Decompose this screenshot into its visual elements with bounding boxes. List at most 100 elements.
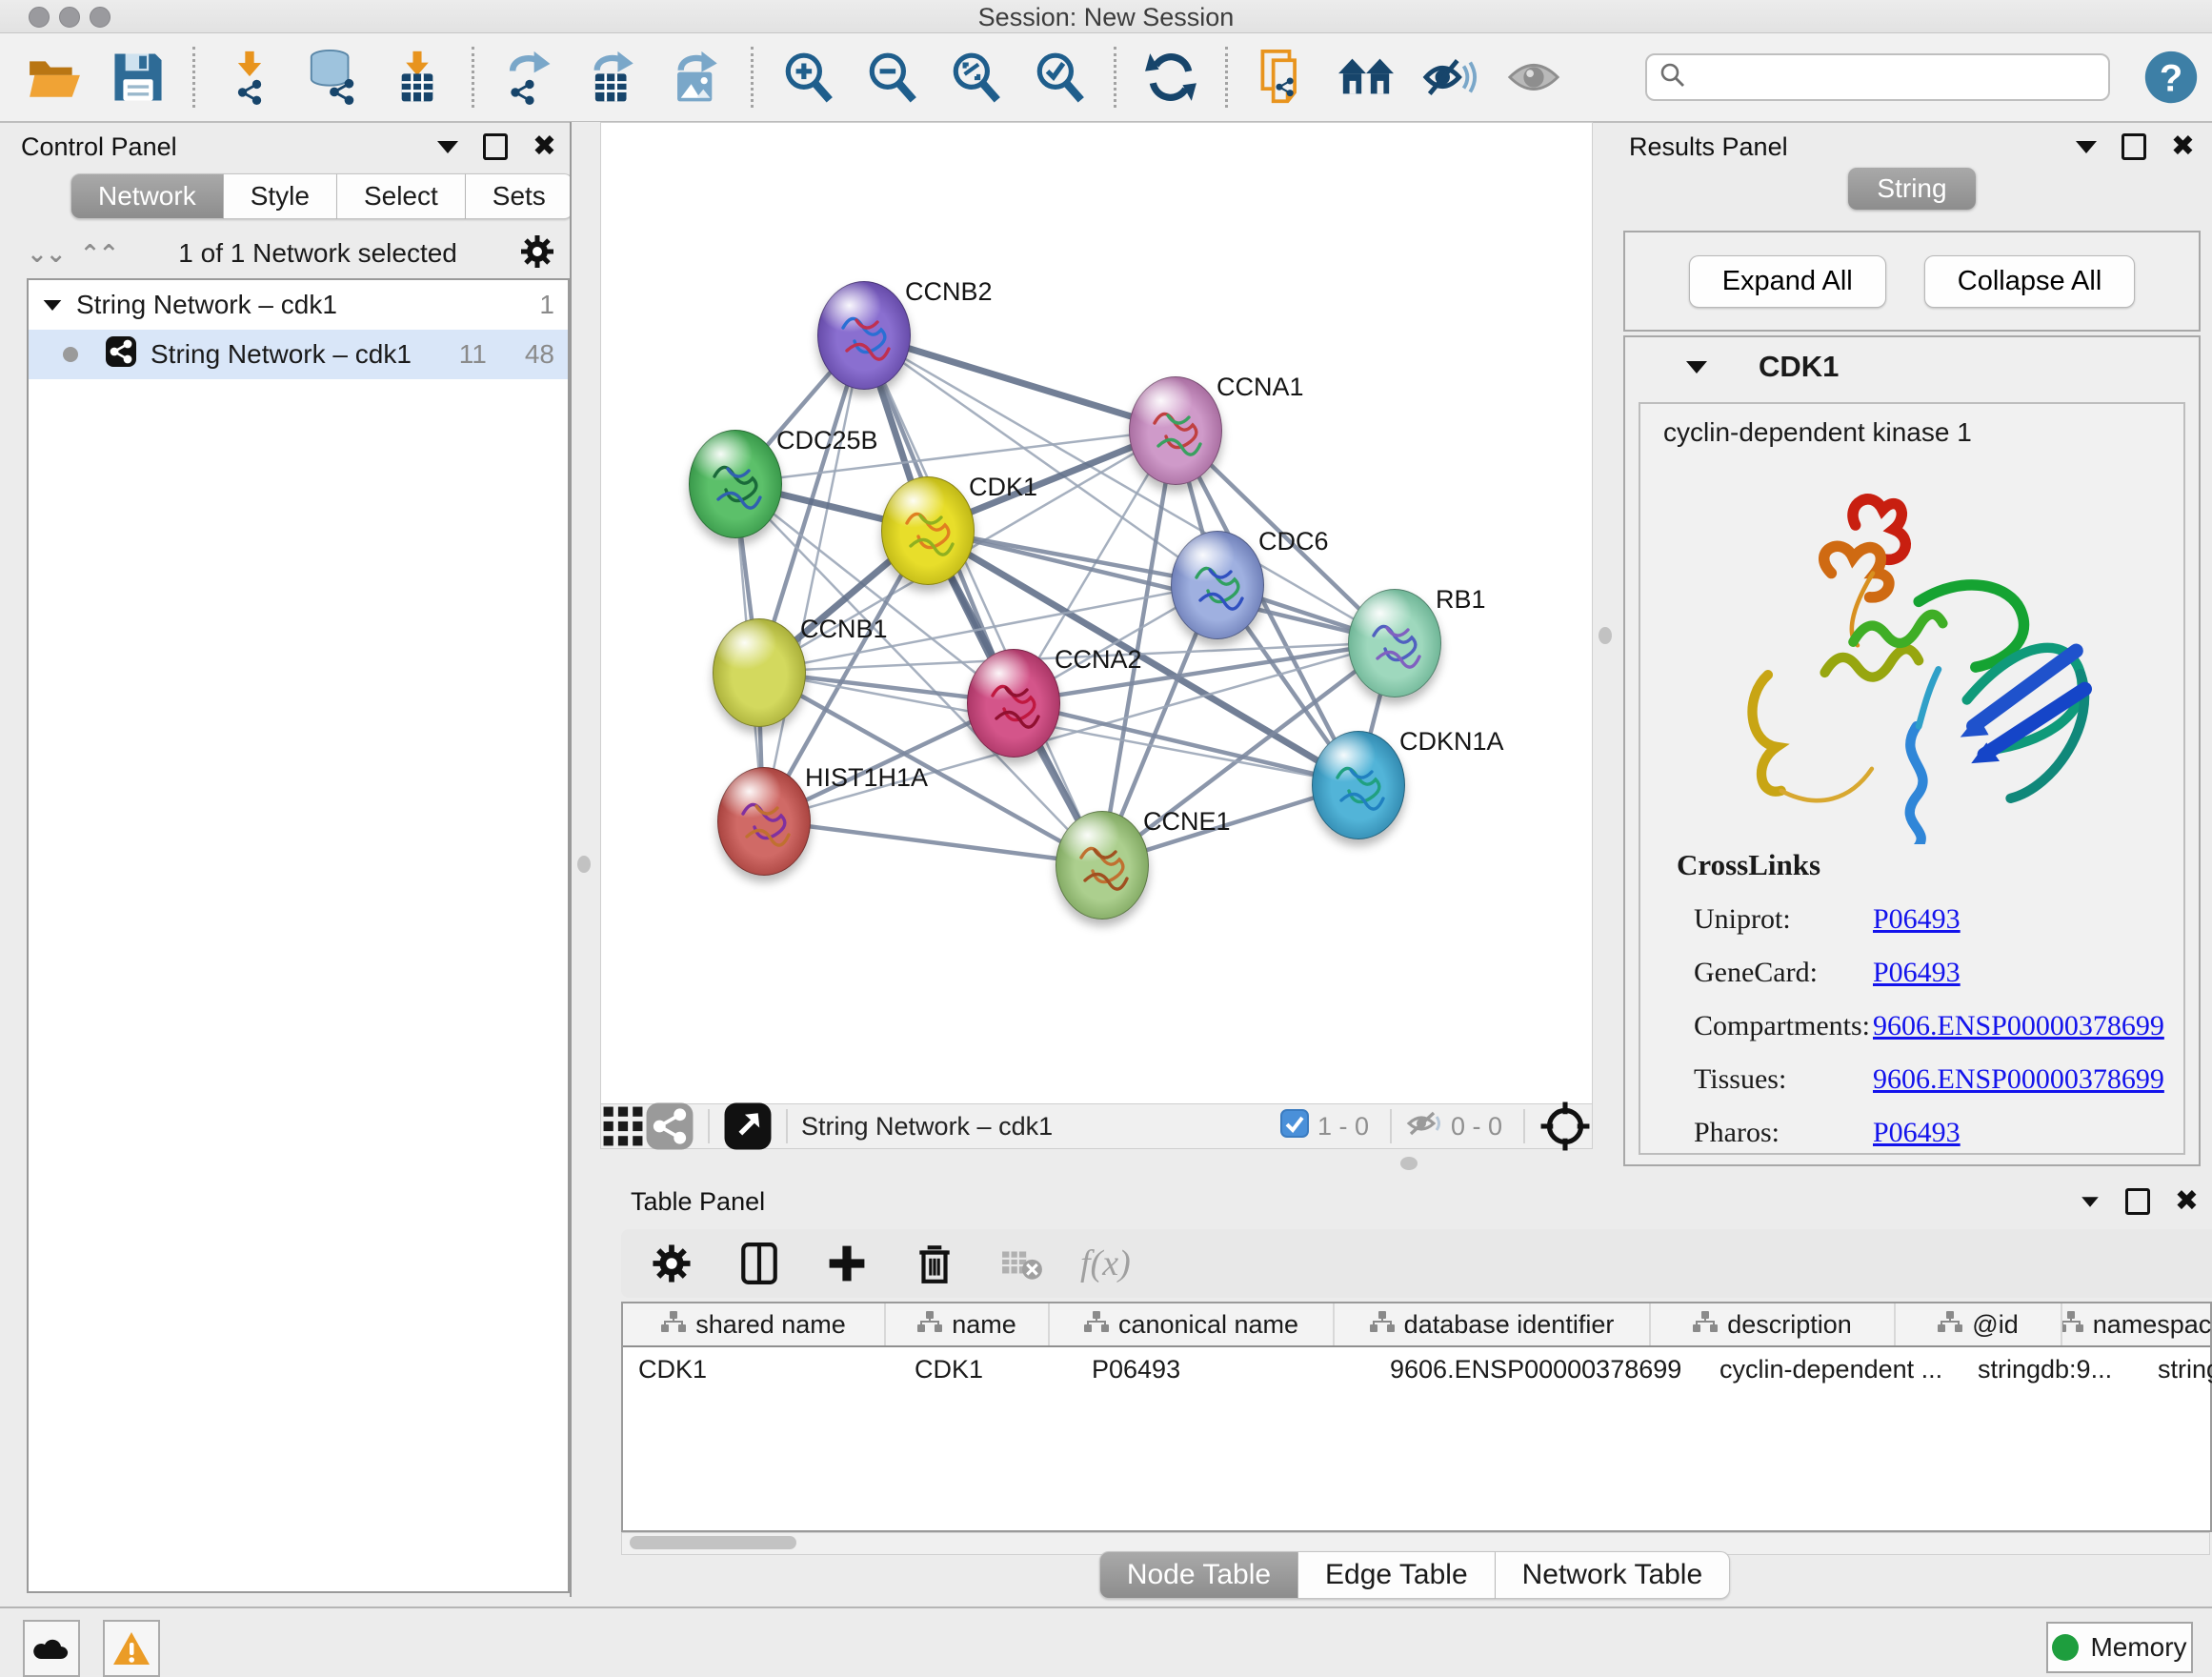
tab-string[interactable]: String — [1848, 168, 1975, 210]
tab-network-table[interactable]: Network Table — [1496, 1551, 1731, 1599]
column-tree-icon — [2062, 1310, 2083, 1340]
zoom-in-icon[interactable] — [778, 48, 837, 107]
open-session-icon[interactable] — [25, 48, 84, 107]
network-node-ccne1[interactable] — [1056, 811, 1149, 919]
node-section-header[interactable]: CDK1 — [1625, 337, 2199, 396]
crosslink-label: Uniprot: — [1694, 903, 1873, 936]
expand-all-button[interactable]: Expand All — [1689, 255, 1886, 308]
collapse-all-networks-icon[interactable]: ⌃⌃ — [80, 239, 118, 269]
birdseye-view-icon[interactable] — [723, 1097, 773, 1156]
network-view-canvas[interactable]: CCNB2CCNA1CDC25BCDK1CDC6RB1CCNB1CCNA2CDK… — [600, 122, 1593, 1105]
panel-menu-icon[interactable] — [2076, 141, 2097, 153]
crosslink-link[interactable]: 9606.ENSP00000378699 — [1873, 1010, 2164, 1042]
string-import-icon[interactable] — [1253, 48, 1312, 107]
column-header-database-identifier[interactable]: database identifier — [1335, 1303, 1651, 1345]
show-eye-icon[interactable] — [1504, 48, 1563, 107]
import-database-icon[interactable] — [304, 48, 363, 107]
table-row[interactable]: CDK1CDK1P064939606.ENSP00000378699cyclin… — [623, 1347, 2210, 1391]
cell-namespace[interactable]: stringdb — [2142, 1347, 2212, 1391]
cell-name[interactable]: CDK1 — [899, 1347, 1076, 1391]
collection-expand-icon[interactable] — [44, 299, 62, 310]
crosslink-link[interactable]: P06493 — [1873, 957, 1961, 989]
network-share-icon[interactable] — [645, 1097, 694, 1156]
column-header-shared-name[interactable]: shared name — [623, 1303, 886, 1345]
import-network-icon[interactable] — [220, 48, 279, 107]
scrollbar-thumb[interactable] — [630, 1536, 796, 1549]
close-panel-icon[interactable]: ✖ — [2175, 1191, 2199, 1212]
fit-selected-crosshair-icon[interactable] — [1538, 1097, 1592, 1156]
table-settings-gear-icon[interactable] — [642, 1234, 701, 1293]
memory-button[interactable]: Memory — [2046, 1622, 2193, 1673]
network-node-hist1h1a[interactable] — [717, 767, 811, 876]
tab-style[interactable]: Style — [224, 173, 337, 219]
column-header-name[interactable]: name — [886, 1303, 1050, 1345]
network-node-cdkn1a[interactable] — [1312, 731, 1405, 839]
cell-shared-name[interactable]: CDK1 — [623, 1347, 899, 1391]
float-panel-icon[interactable] — [2122, 133, 2146, 160]
splitter-handle-right[interactable] — [1599, 627, 1612, 644]
network-row-selected[interactable]: String Network – cdk1 11 48 — [29, 330, 568, 379]
network-node-ccnb1[interactable] — [713, 618, 806, 727]
network-node-cdc25b[interactable] — [689, 430, 782, 538]
cell-canonical-name[interactable]: P06493 — [1076, 1347, 1375, 1391]
crosslink-link[interactable]: P06493 — [1873, 1117, 1961, 1149]
network-node-ccnb2[interactable] — [817, 281, 911, 390]
panel-menu-icon[interactable] — [437, 141, 458, 153]
zoom-selected-icon[interactable] — [1030, 48, 1089, 107]
grid-view-icon[interactable] — [601, 1097, 645, 1156]
search-input[interactable] — [1695, 62, 2108, 93]
refresh-layout-icon[interactable] — [1141, 48, 1200, 107]
crosslink-link[interactable]: 9606.ENSP00000378699 — [1873, 1063, 2164, 1096]
zoom-out-icon[interactable] — [862, 48, 921, 107]
network-node-cdk1[interactable] — [881, 476, 975, 585]
column-header-description[interactable]: description — [1651, 1303, 1896, 1345]
collection-name: String Network – cdk1 — [76, 290, 337, 320]
show-columns-icon[interactable] — [730, 1234, 789, 1293]
network-node-ccna2[interactable] — [967, 649, 1060, 758]
cell-description[interactable]: cyclin-dependent ... — [1704, 1347, 1962, 1391]
crosslink-link[interactable]: P06493 — [1873, 903, 1961, 936]
network-collection-row[interactable]: String Network – cdk1 1 — [29, 280, 568, 330]
tab-select[interactable]: Select — [337, 173, 466, 219]
splitter-handle-bottom[interactable] — [1400, 1157, 1418, 1170]
network-type-icon — [105, 335, 137, 374]
network-node-rb1[interactable] — [1348, 589, 1441, 697]
tab-node-table[interactable]: Node Table — [1099, 1551, 1298, 1599]
help-button[interactable]: ? — [2142, 48, 2199, 107]
column-header-canonical-name[interactable]: canonical name — [1050, 1303, 1335, 1345]
collapse-all-button[interactable]: Collapse All — [1924, 255, 2136, 308]
search-input-wrap[interactable] — [1645, 53, 2110, 101]
export-network-icon[interactable] — [499, 48, 558, 107]
float-panel-icon[interactable] — [483, 133, 508, 160]
add-column-icon[interactable] — [817, 1234, 876, 1293]
string-home-icon[interactable] — [1337, 48, 1396, 107]
close-panel-icon[interactable]: ✖ — [533, 136, 556, 157]
delete-column-trash-icon[interactable] — [905, 1234, 964, 1293]
selected-checkbox-icon[interactable] — [1279, 1108, 1310, 1145]
tab-sets[interactable]: Sets — [466, 173, 573, 219]
network-node-ccna1[interactable] — [1129, 376, 1222, 485]
export-image-icon[interactable] — [667, 48, 726, 107]
close-panel-icon[interactable]: ✖ — [2171, 136, 2195, 157]
cell-database-identifier[interactable]: 9606.ENSP00000378699 — [1375, 1347, 1704, 1391]
cloud-button[interactable] — [23, 1620, 80, 1677]
export-table-icon[interactable] — [583, 48, 642, 107]
section-collapse-icon[interactable] — [1686, 361, 1707, 374]
column-header--id[interactable]: @id — [1896, 1303, 2062, 1345]
warnings-button[interactable] — [103, 1620, 160, 1677]
save-session-icon[interactable] — [109, 48, 168, 107]
tab-network[interactable]: Network — [70, 173, 224, 219]
import-table-icon[interactable] — [388, 48, 447, 107]
panel-menu-icon[interactable] — [2081, 1197, 2099, 1206]
float-panel-icon[interactable] — [2125, 1188, 2150, 1215]
splitter-handle-left[interactable] — [577, 856, 591, 873]
column-header-namespace[interactable]: namespace — [2062, 1303, 2212, 1345]
zoom-fit-icon[interactable] — [946, 48, 1005, 107]
tab-edge-table[interactable]: Edge Table — [1298, 1551, 1496, 1599]
cell--id[interactable]: stringdb:9... — [1962, 1347, 2142, 1391]
hide-string-icon[interactable] — [1420, 48, 1479, 107]
expand-all-networks-icon[interactable]: ⌄⌄ — [27, 239, 65, 269]
hidden-eye-slash-icon[interactable] — [1405, 1108, 1443, 1145]
network-node-cdc6[interactable] — [1171, 531, 1264, 639]
network-options-gear-icon[interactable] — [518, 232, 556, 275]
